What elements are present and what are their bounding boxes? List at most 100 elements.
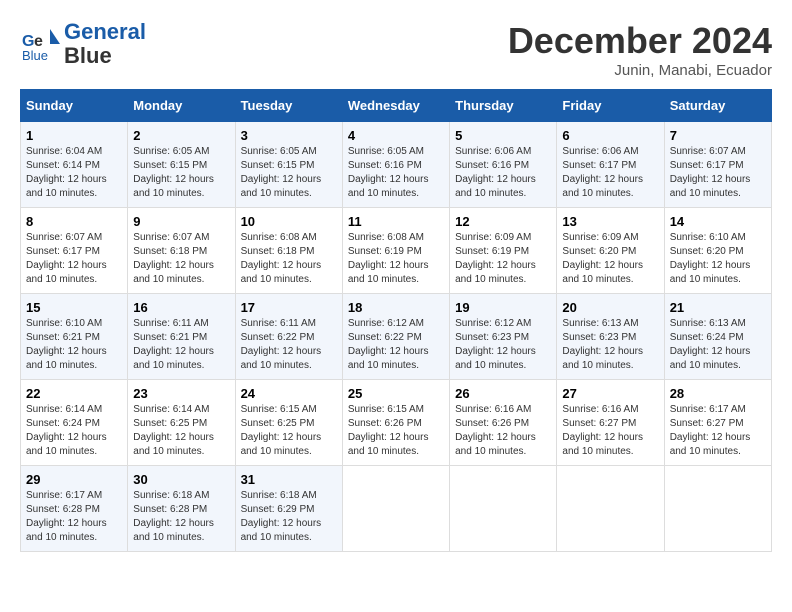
location-subtitle: Junin, Manabi, Ecuador [508,62,772,79]
day-number: 4 [348,128,444,143]
day-info: Sunrise: 6:05 AM Sunset: 6:15 PM Dayligh… [241,145,337,201]
day-info: Sunrise: 6:18 AM Sunset: 6:29 PM Dayligh… [241,489,337,545]
day-info: Sunrise: 6:07 AM Sunset: 6:17 PM Dayligh… [670,145,766,201]
day-info: Sunrise: 6:07 AM Sunset: 6:18 PM Dayligh… [133,231,229,287]
calendar-cell: 28 Sunrise: 6:17 AM Sunset: 6:27 PM Dayl… [664,380,771,466]
day-number: 8 [26,214,122,229]
calendar-week-5: 29 Sunrise: 6:17 AM Sunset: 6:28 PM Dayl… [21,466,772,552]
header-thursday: Thursday [450,90,557,122]
calendar-cell: 5 Sunrise: 6:06 AM Sunset: 6:16 PM Dayli… [450,122,557,208]
calendar-cell: 20 Sunrise: 6:13 AM Sunset: 6:23 PM Dayl… [557,294,664,380]
day-number: 27 [562,386,658,401]
calendar-cell: 14 Sunrise: 6:10 AM Sunset: 6:20 PM Dayl… [664,208,771,294]
day-info: Sunrise: 6:14 AM Sunset: 6:25 PM Dayligh… [133,403,229,459]
calendar-week-4: 22 Sunrise: 6:14 AM Sunset: 6:24 PM Dayl… [21,380,772,466]
day-info: Sunrise: 6:08 AM Sunset: 6:18 PM Dayligh… [241,231,337,287]
logo: G e Blue GeneralBlue [20,20,146,68]
day-number: 18 [348,300,444,315]
day-info: Sunrise: 6:15 AM Sunset: 6:26 PM Dayligh… [348,403,444,459]
calendar-cell: 1 Sunrise: 6:04 AM Sunset: 6:14 PM Dayli… [21,122,128,208]
calendar-cell: 16 Sunrise: 6:11 AM Sunset: 6:21 PM Dayl… [128,294,235,380]
day-number: 19 [455,300,551,315]
day-info: Sunrise: 6:10 AM Sunset: 6:21 PM Dayligh… [26,317,122,373]
day-number: 25 [348,386,444,401]
day-info: Sunrise: 6:15 AM Sunset: 6:25 PM Dayligh… [241,403,337,459]
calendar-cell: 3 Sunrise: 6:05 AM Sunset: 6:15 PM Dayli… [235,122,342,208]
calendar-cell [557,466,664,552]
day-number: 30 [133,472,229,487]
header-sunday: Sunday [21,90,128,122]
calendar-header-row: SundayMondayTuesdayWednesdayThursdayFrid… [21,90,772,122]
month-title: December 2024 [508,20,772,62]
calendar-cell: 8 Sunrise: 6:07 AM Sunset: 6:17 PM Dayli… [21,208,128,294]
calendar-cell [450,466,557,552]
calendar-cell: 11 Sunrise: 6:08 AM Sunset: 6:19 PM Dayl… [342,208,449,294]
day-info: Sunrise: 6:17 AM Sunset: 6:27 PM Dayligh… [670,403,766,459]
calendar-cell [664,466,771,552]
day-number: 5 [455,128,551,143]
day-info: Sunrise: 6:11 AM Sunset: 6:22 PM Dayligh… [241,317,337,373]
calendar-cell: 4 Sunrise: 6:05 AM Sunset: 6:16 PM Dayli… [342,122,449,208]
day-info: Sunrise: 6:10 AM Sunset: 6:20 PM Dayligh… [670,231,766,287]
day-info: Sunrise: 6:16 AM Sunset: 6:26 PM Dayligh… [455,403,551,459]
calendar-cell: 24 Sunrise: 6:15 AM Sunset: 6:25 PM Dayl… [235,380,342,466]
calendar-cell: 15 Sunrise: 6:10 AM Sunset: 6:21 PM Dayl… [21,294,128,380]
day-number: 12 [455,214,551,229]
day-number: 20 [562,300,658,315]
calendar-cell: 30 Sunrise: 6:18 AM Sunset: 6:28 PM Dayl… [128,466,235,552]
header-wednesday: Wednesday [342,90,449,122]
header-saturday: Saturday [664,90,771,122]
calendar-cell: 7 Sunrise: 6:07 AM Sunset: 6:17 PM Dayli… [664,122,771,208]
day-number: 11 [348,214,444,229]
calendar-cell: 6 Sunrise: 6:06 AM Sunset: 6:17 PM Dayli… [557,122,664,208]
title-section: December 2024 Junin, Manabi, Ecuador [508,20,772,79]
day-info: Sunrise: 6:11 AM Sunset: 6:21 PM Dayligh… [133,317,229,373]
calendar-cell: 9 Sunrise: 6:07 AM Sunset: 6:18 PM Dayli… [128,208,235,294]
day-info: Sunrise: 6:06 AM Sunset: 6:16 PM Dayligh… [455,145,551,201]
calendar-cell: 29 Sunrise: 6:17 AM Sunset: 6:28 PM Dayl… [21,466,128,552]
day-info: Sunrise: 6:17 AM Sunset: 6:28 PM Dayligh… [26,489,122,545]
day-number: 1 [26,128,122,143]
logo-icon: G e Blue [20,24,60,64]
day-number: 23 [133,386,229,401]
calendar-cell: 23 Sunrise: 6:14 AM Sunset: 6:25 PM Dayl… [128,380,235,466]
calendar-cell: 26 Sunrise: 6:16 AM Sunset: 6:26 PM Dayl… [450,380,557,466]
day-number: 29 [26,472,122,487]
day-number: 24 [241,386,337,401]
calendar-cell: 22 Sunrise: 6:14 AM Sunset: 6:24 PM Dayl… [21,380,128,466]
day-info: Sunrise: 6:16 AM Sunset: 6:27 PM Dayligh… [562,403,658,459]
svg-text:Blue: Blue [22,48,48,63]
calendar-cell: 31 Sunrise: 6:18 AM Sunset: 6:29 PM Dayl… [235,466,342,552]
day-info: Sunrise: 6:04 AM Sunset: 6:14 PM Dayligh… [26,145,122,201]
calendar-cell [342,466,449,552]
day-number: 22 [26,386,122,401]
calendar-cell: 10 Sunrise: 6:08 AM Sunset: 6:18 PM Dayl… [235,208,342,294]
day-number: 2 [133,128,229,143]
day-info: Sunrise: 6:05 AM Sunset: 6:15 PM Dayligh… [133,145,229,201]
day-info: Sunrise: 6:09 AM Sunset: 6:20 PM Dayligh… [562,231,658,287]
header-tuesday: Tuesday [235,90,342,122]
day-number: 31 [241,472,337,487]
day-info: Sunrise: 6:13 AM Sunset: 6:23 PM Dayligh… [562,317,658,373]
day-info: Sunrise: 6:08 AM Sunset: 6:19 PM Dayligh… [348,231,444,287]
day-number: 28 [670,386,766,401]
calendar-cell: 19 Sunrise: 6:12 AM Sunset: 6:23 PM Dayl… [450,294,557,380]
page-header: G e Blue GeneralBlue December 2024 Junin… [20,20,772,79]
calendar-table: SundayMondayTuesdayWednesdayThursdayFrid… [20,89,772,552]
day-info: Sunrise: 6:05 AM Sunset: 6:16 PM Dayligh… [348,145,444,201]
calendar-cell: 21 Sunrise: 6:13 AM Sunset: 6:24 PM Dayl… [664,294,771,380]
day-info: Sunrise: 6:13 AM Sunset: 6:24 PM Dayligh… [670,317,766,373]
day-number: 10 [241,214,337,229]
calendar-cell: 27 Sunrise: 6:16 AM Sunset: 6:27 PM Dayl… [557,380,664,466]
day-info: Sunrise: 6:14 AM Sunset: 6:24 PM Dayligh… [26,403,122,459]
day-number: 17 [241,300,337,315]
day-number: 15 [26,300,122,315]
calendar-cell: 18 Sunrise: 6:12 AM Sunset: 6:22 PM Dayl… [342,294,449,380]
day-number: 21 [670,300,766,315]
calendar-cell: 13 Sunrise: 6:09 AM Sunset: 6:20 PM Dayl… [557,208,664,294]
day-info: Sunrise: 6:06 AM Sunset: 6:17 PM Dayligh… [562,145,658,201]
day-number: 9 [133,214,229,229]
header-friday: Friday [557,90,664,122]
header-monday: Monday [128,90,235,122]
calendar-week-1: 1 Sunrise: 6:04 AM Sunset: 6:14 PM Dayli… [21,122,772,208]
